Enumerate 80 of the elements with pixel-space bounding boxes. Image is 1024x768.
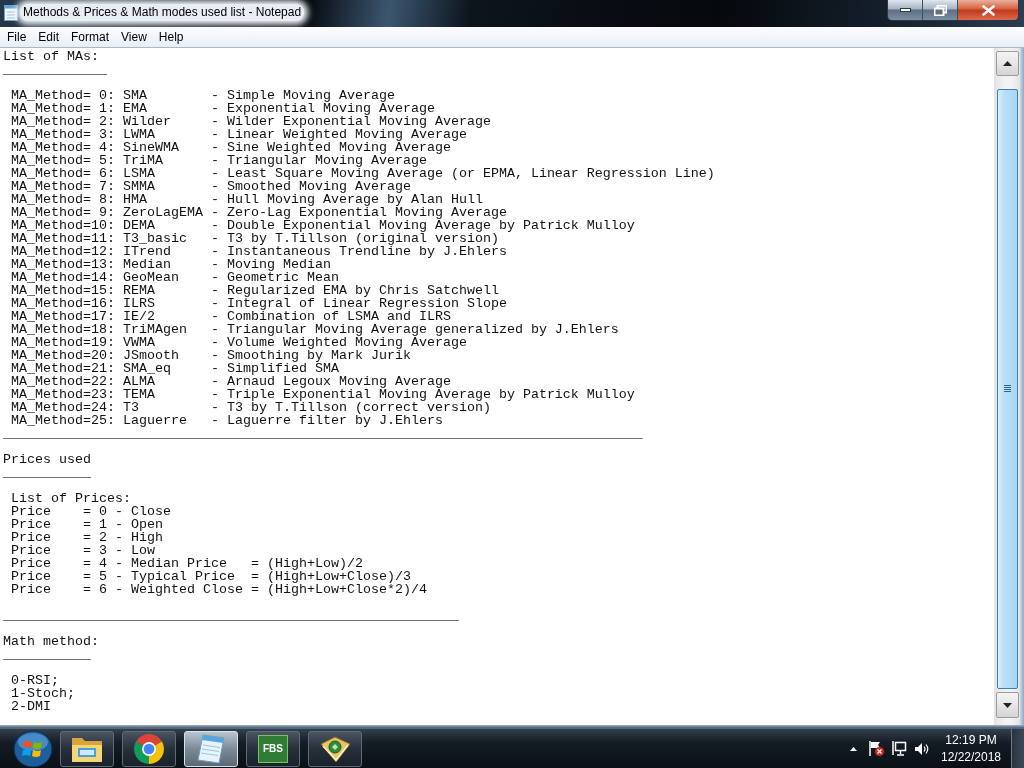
grip-icon: [1003, 385, 1011, 393]
menu-item[interactable]: Format: [65, 28, 116, 46]
text-line: MA_Method= 9: ZeroLagEMA - Zero-Lag Exponential Moving Average: [10, 206, 507, 219]
close-icon: [981, 4, 995, 16]
text-line: MA_Method=17: IE/2 - Combination of LSMA and ILRS: [10, 310, 451, 323]
emblem-icon: [319, 734, 351, 763]
text-line: ___________: [3, 466, 91, 479]
text-line: MA_Method=16: ILRS - Integral of Linear Regression Slope: [10, 297, 507, 310]
taskbar-button[interactable]: [60, 730, 114, 767]
text-line: Price = 0 - Close: [10, 505, 171, 518]
text-line: Price = 4 - Median Price = (High+Low)/2: [10, 557, 363, 570]
window-title: Methods & Prices & Math modes used list - Notepad: [20, 4, 305, 21]
text-line: MA_Method= 1: EMA - Exponential Moving Average: [10, 102, 435, 115]
text-line: MA_Method=21: SMA_eq - Simplified SMA: [10, 362, 339, 375]
speaker-icon: [914, 741, 929, 756]
menu-item[interactable]: View: [115, 28, 153, 46]
text-line: MA_Method=10: DEMA - Double Exponential Moving Average by Patrick Mulloy: [10, 219, 635, 232]
text-line: MA_Method= 7: SMMA - Smoothed Moving Average: [10, 180, 411, 193]
text-line: MA_Method= 2: Wilder - Wilder Exponential Moving Average: [10, 115, 491, 128]
text-line: Price = 6 - Weighted Close = (High+Low+Close*2)/4: [10, 583, 427, 596]
minimize-button[interactable]: [888, 0, 923, 20]
text-line: 0-RSI;: [10, 674, 59, 687]
text-line: ___________: [3, 648, 91, 661]
text-line: MA_Method= 4: SineWMA - Sine Weighted Moving Average: [10, 141, 451, 154]
menu-item[interactable]: Edit: [32, 28, 66, 46]
caret-up-icon: [849, 746, 857, 751]
text-line: 1-Stoch;: [10, 687, 75, 700]
text-line: MA_Method=11: T3_basic - T3 by T.Tillson (original version): [10, 232, 499, 245]
taskbar-button[interactable]: [308, 730, 362, 767]
text-line: Price = 5 - Typical Price = (High+Low+Close)/3: [10, 570, 411, 583]
text-line: ________________________________________________________________________________: [3, 427, 643, 440]
text-line: MA_Method=24: T3 - T3 by T.Tillson (correct version): [10, 401, 491, 414]
restore-button[interactable]: [923, 0, 958, 20]
show-desktop-button[interactable]: [1011, 729, 1024, 768]
text-line: MA_Method= 8: HMA - Hull Moving Average by Alan Hull: [10, 193, 483, 206]
caret-up-icon: [1002, 61, 1012, 66]
clock-button[interactable]: 12:19 PM 12/22/2018: [941, 731, 1001, 766]
text-line: MA_Method=12: ITrend - Instantaneous Trendline by J.Ehlers: [10, 245, 507, 258]
taskbar-button[interactable]: [122, 730, 176, 767]
minimize-icon: [899, 8, 911, 12]
menu-item[interactable]: File: [1, 28, 33, 46]
text-line: MA_Method=13: Median - Moving Median: [10, 258, 331, 271]
text-line: Math method:: [3, 635, 99, 648]
text-line: Price = 3 - Low: [10, 544, 155, 557]
taskbar-button[interactable]: FBS: [246, 730, 300, 767]
text-line: MA_Method= 5: TriMA - Triangular Moving Average: [10, 154, 427, 167]
text-line: Price = 2 - High: [10, 531, 163, 544]
text-line: List of MAs:: [3, 50, 99, 63]
scroll-down-button[interactable]: [995, 692, 1019, 718]
text-line: MA_Method=19: VWMA - Volume Weighted Moving Average: [10, 336, 467, 349]
text-line: MA_Method=15: REMA - Regularized EMA by Chris Satchwell: [10, 284, 499, 297]
close-button[interactable]: [958, 0, 1018, 20]
text-line: Price = 1 - Open: [10, 518, 163, 531]
scrollbar-thumb[interactable]: [996, 89, 1018, 689]
scroll-up-button[interactable]: [995, 51, 1019, 76]
text-line: Prices used: [3, 453, 91, 466]
text-line: MA_Method=25: Laguerre - Laguerre filter by J.Ehlers: [10, 414, 443, 427]
network-icon: [892, 741, 907, 756]
text-line: List of Prices:: [10, 492, 131, 505]
text-line: MA_Method=23: TEMA - Triple Exponential Moving Average by Patrick Mulloy: [10, 388, 635, 401]
orb-icon: [13, 729, 53, 768]
text-line: 2-DMI: [10, 700, 51, 713]
text-line: _________________________________________________________: [3, 609, 459, 622]
text-line: MA_Method= 6: LSMA - Least Square Moving Average (or EPMA, Linear Regression Line): [10, 167, 715, 180]
text-line: MA_Method= 0: SMA - Simple Moving Average: [10, 89, 395, 102]
flag-icon: [869, 741, 884, 756]
menu-item[interactable]: Help: [152, 28, 190, 46]
text-line: MA_Method= 3: LWMA - Linear Weighted Moving Average: [10, 128, 467, 141]
text-line: MA_Method=14: GeoMean - Geometric Mean: [10, 271, 339, 284]
restore-icon: [933, 4, 947, 16]
text-line: MA_Method=22: ALMA - Arnaud Legoux Moving Average: [10, 375, 451, 388]
text-line: _____________: [3, 63, 107, 76]
notepad-icon: [197, 733, 225, 764]
start-button[interactable]: [12, 729, 54, 768]
logo-tile: FBS: [258, 734, 288, 763]
caret-down-icon: [1002, 702, 1012, 708]
browser-icon: [134, 733, 164, 764]
notepad-icon: [4, 5, 18, 21]
text-line: MA_Method=20: JSmooth - Smoothing by Mark Jurik: [10, 349, 411, 362]
text-line: MA_Method=18: TriMAgen - Triangular Moving Average generalized by J.Ehlers: [10, 323, 619, 336]
